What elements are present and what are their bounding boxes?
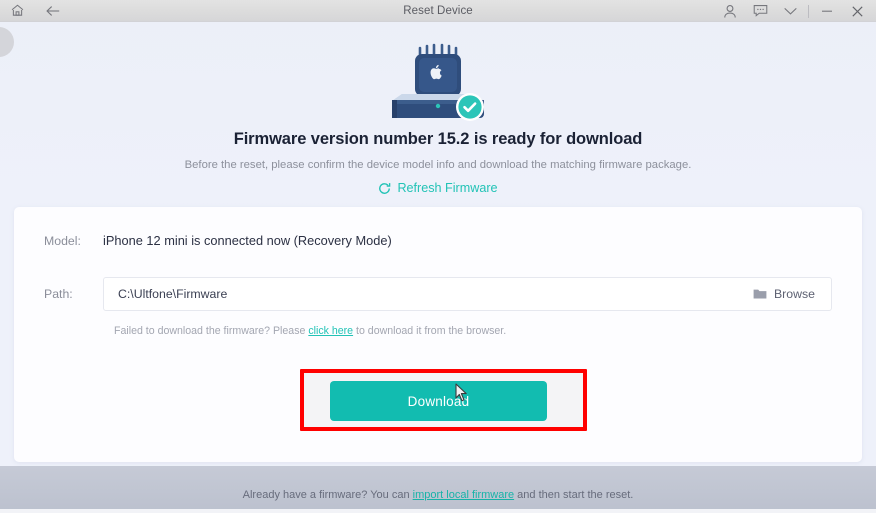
firmware-chip-device-icon bbox=[392, 43, 484, 121]
title-bar-right-controls bbox=[715, 0, 876, 22]
footer-prefix: Already have a firmware? You can bbox=[242, 489, 413, 501]
firmware-hero-illustration bbox=[0, 34, 876, 124]
refresh-icon bbox=[378, 182, 391, 195]
home-icon[interactable] bbox=[9, 2, 26, 19]
feedback-icon[interactable] bbox=[745, 3, 775, 20]
window-bottom-edge bbox=[0, 509, 876, 513]
import-firmware-hint: Already have a firmware? You can import … bbox=[0, 489, 876, 501]
titlebar-divider bbox=[808, 4, 809, 18]
footer-suffix: and then start the reset. bbox=[514, 489, 634, 501]
click-here-link[interactable]: click here bbox=[308, 325, 353, 337]
path-label: Path: bbox=[44, 287, 73, 301]
download-button[interactable]: Download bbox=[330, 381, 547, 421]
model-row: Model: iPhone 12 mini is connected now (… bbox=[44, 233, 392, 248]
browse-button[interactable]: Browse bbox=[741, 278, 831, 310]
back-arrow-icon[interactable] bbox=[44, 2, 61, 19]
reset-device-window: Reset Device Firmware version number 15.… bbox=[0, 0, 876, 513]
chevron-down-icon[interactable] bbox=[775, 3, 805, 20]
refresh-firmware-label: Refresh Firmware bbox=[397, 181, 498, 195]
path-row: Path: C:\Ultfone\Firmware Browse bbox=[44, 277, 832, 311]
import-local-firmware-link[interactable]: import local firmware bbox=[413, 489, 514, 501]
minimize-button[interactable] bbox=[812, 3, 842, 20]
page-title: Firmware version number 15.2 is ready fo… bbox=[233, 130, 643, 148]
close-button[interactable] bbox=[842, 3, 872, 20]
failure-note-prefix: Failed to download the firmware? Please bbox=[114, 325, 309, 337]
folder-icon bbox=[753, 288, 767, 300]
download-failure-note: Failed to download the firmware? Please … bbox=[114, 325, 506, 337]
title-bar-left-controls bbox=[0, 2, 61, 19]
account-icon[interactable] bbox=[715, 3, 745, 20]
model-value: iPhone 12 mini is connected now (Recover… bbox=[103, 233, 392, 248]
failure-note-suffix: to download it from the browser. bbox=[353, 325, 507, 337]
model-label: Model: bbox=[44, 234, 81, 248]
title-bar: Reset Device bbox=[0, 0, 876, 22]
page-subtitle: Before the reset, please confirm the dev… bbox=[184, 159, 692, 171]
browse-label: Browse bbox=[773, 287, 815, 301]
refresh-firmware-button[interactable]: Refresh Firmware bbox=[0, 181, 876, 195]
path-input-value: C:\Ultfone\Firmware bbox=[118, 287, 228, 301]
path-input[interactable]: C:\Ultfone\Firmware Browse bbox=[103, 277, 832, 311]
